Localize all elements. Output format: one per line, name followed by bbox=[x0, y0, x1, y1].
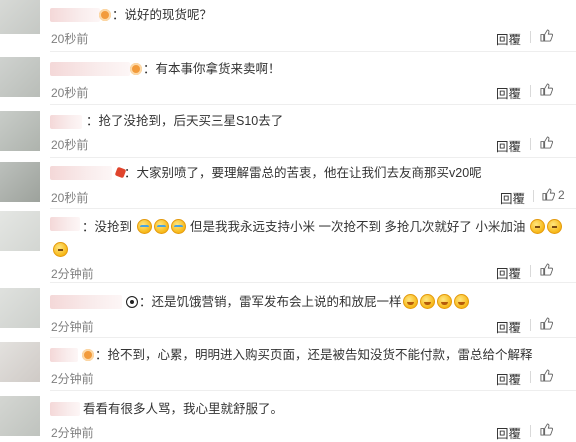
username-blurred[interactable] bbox=[50, 8, 100, 22]
user-badge-icon bbox=[99, 9, 111, 21]
laughing-emoji-icon bbox=[453, 294, 469, 309]
reply-button[interactable]: 回覆 bbox=[496, 369, 521, 388]
reply-button[interactable]: 回覆 bbox=[496, 263, 521, 282]
avatar[interactable] bbox=[0, 0, 40, 34]
comment-time: 2分钟前 bbox=[51, 372, 94, 386]
avatar[interactable] bbox=[0, 288, 40, 328]
thumbs-up-icon bbox=[540, 369, 553, 382]
reply-button[interactable]: 回覆 bbox=[496, 423, 521, 442]
separator bbox=[533, 190, 534, 202]
thinking-emoji-icon bbox=[546, 219, 562, 234]
comment-time: 20秒前 bbox=[51, 191, 89, 205]
comment-item: ：没抢到 但是我我永远支持小米 一次抢不到 多抢几次就好了 小米加油 2分钟前 … bbox=[0, 211, 576, 283]
emoji-line bbox=[52, 241, 69, 259]
comment-text: ：抢不到，心累，明明进入购买页面，还是被告知没货不能付款，雷总给个解释 bbox=[95, 348, 533, 362]
username-blurred[interactable] bbox=[50, 62, 130, 76]
username-blurred[interactable] bbox=[50, 115, 82, 129]
user-badge-icon bbox=[82, 349, 94, 361]
separator bbox=[530, 371, 531, 383]
comment-time: 20秒前 bbox=[51, 138, 89, 152]
separator bbox=[530, 138, 531, 150]
like-count: 2 bbox=[558, 188, 565, 202]
user-badge-icon bbox=[126, 296, 138, 308]
laughing-emoji-icon bbox=[419, 294, 435, 309]
divider bbox=[50, 337, 576, 338]
reply-button[interactable]: 回覆 bbox=[500, 188, 525, 207]
comment-text-part: ：还是饥饿营销，雷军发布会上说的和放屁一样 bbox=[139, 295, 402, 309]
comment-time: 2分钟前 bbox=[51, 320, 94, 334]
avatar[interactable] bbox=[0, 111, 40, 151]
crying-emoji-icon bbox=[153, 219, 169, 234]
like-button[interactable]: 2 bbox=[542, 188, 565, 202]
laughing-emoji-icon bbox=[436, 294, 452, 309]
comment-text: ：说好的现货呢？ bbox=[112, 8, 213, 22]
like-button[interactable] bbox=[540, 29, 556, 43]
thumbs-up-icon bbox=[542, 188, 555, 201]
like-button[interactable] bbox=[540, 83, 556, 97]
separator bbox=[530, 425, 531, 437]
divider bbox=[50, 208, 576, 209]
comment-text: ：抢了没抢到，后天买三星S10去了 bbox=[86, 114, 284, 128]
separator bbox=[530, 85, 531, 97]
like-button[interactable] bbox=[540, 369, 556, 383]
thumbs-up-icon bbox=[540, 29, 553, 42]
reply-button[interactable]: 回覆 bbox=[496, 317, 521, 336]
username-blurred[interactable] bbox=[50, 402, 80, 416]
crying-emoji-icon bbox=[170, 219, 186, 234]
username-blurred[interactable] bbox=[50, 295, 122, 309]
thumbs-up-icon bbox=[540, 136, 553, 149]
like-button[interactable] bbox=[540, 136, 556, 150]
avatar[interactable] bbox=[0, 211, 40, 251]
separator bbox=[530, 265, 531, 277]
comment-time: 2分钟前 bbox=[51, 267, 94, 281]
username-blurred[interactable] bbox=[50, 166, 112, 180]
reply-button[interactable]: 回覆 bbox=[496, 29, 521, 48]
user-badge-icon bbox=[130, 63, 142, 75]
divider bbox=[50, 157, 576, 158]
thumbs-up-icon bbox=[540, 83, 553, 96]
separator bbox=[530, 319, 531, 331]
crying-emoji-icon bbox=[136, 219, 152, 234]
reply-button[interactable]: 回覆 bbox=[496, 136, 521, 155]
comment-text: ：大家别喷了，要理解雷总的苦衷，他在让我们去友商那买v20呢 bbox=[124, 166, 482, 180]
comment-item: ：有本事你拿货来卖啊！ 20秒前 回覆 bbox=[0, 53, 576, 105]
username-blurred[interactable] bbox=[50, 348, 78, 362]
like-button[interactable] bbox=[540, 423, 556, 437]
separator bbox=[530, 31, 531, 43]
reply-button[interactable]: 回覆 bbox=[496, 83, 521, 102]
comment-item: ：还是饥饿营销，雷军发布会上说的和放屁一样 2分钟前 回覆 bbox=[0, 288, 576, 338]
like-button[interactable] bbox=[540, 263, 556, 277]
comment-item: 看看有很多人骂，我心里就舒服了。 2分钟前 回覆 bbox=[0, 394, 576, 441]
divider bbox=[50, 104, 576, 105]
username-blurred[interactable] bbox=[50, 217, 80, 231]
comment-item: ：抢不到，心累，明明进入购买页面，还是被告知没货不能付款，雷总给个解释 2分钟前… bbox=[0, 340, 576, 391]
avatar[interactable] bbox=[0, 396, 40, 436]
comment-text: ：还是饥饿营销，雷军发布会上说的和放屁一样 bbox=[139, 292, 470, 312]
comment-text: ：没抢到 但是我我永远支持小米 一次抢不到 多抢几次就好了 小米加油 bbox=[82, 217, 563, 237]
like-button[interactable] bbox=[540, 317, 556, 331]
divider bbox=[50, 282, 576, 283]
comment-item: ：抢了没抢到，后天买三星S10去了 20秒前 回覆 bbox=[0, 107, 576, 158]
divider bbox=[50, 51, 576, 52]
comment-item: ：说好的现货呢？ 20秒前 回覆 bbox=[0, 0, 576, 52]
avatar[interactable] bbox=[0, 57, 40, 97]
thumbs-up-icon bbox=[540, 317, 553, 330]
comment-time: 2分钟前 bbox=[51, 426, 94, 440]
laughing-emoji-icon bbox=[402, 294, 418, 309]
comment-text-part: 但是我我永远支持小米 一次抢不到 多抢几次就好了 小米加油 bbox=[189, 220, 526, 234]
comment-text: 看看有很多人骂，我心里就舒服了。 bbox=[83, 402, 284, 416]
comment-text: ：有本事你拿货来卖啊！ bbox=[143, 62, 281, 76]
avatar[interactable] bbox=[0, 162, 40, 202]
thumbs-up-icon bbox=[540, 423, 553, 436]
comment-item: ：大家别喷了，要理解雷总的苦衷，他在让我们去友商那买v20呢 20秒前 回覆 2 bbox=[0, 160, 576, 209]
comment-time: 20秒前 bbox=[51, 86, 89, 100]
thinking-emoji-icon bbox=[53, 242, 68, 257]
avatar[interactable] bbox=[0, 342, 40, 382]
thinking-emoji-icon bbox=[529, 219, 545, 234]
comment-time: 20秒前 bbox=[51, 32, 89, 46]
divider bbox=[50, 390, 576, 391]
comment-text-part: ：没抢到 bbox=[82, 220, 133, 234]
thumbs-up-icon bbox=[540, 263, 553, 276]
